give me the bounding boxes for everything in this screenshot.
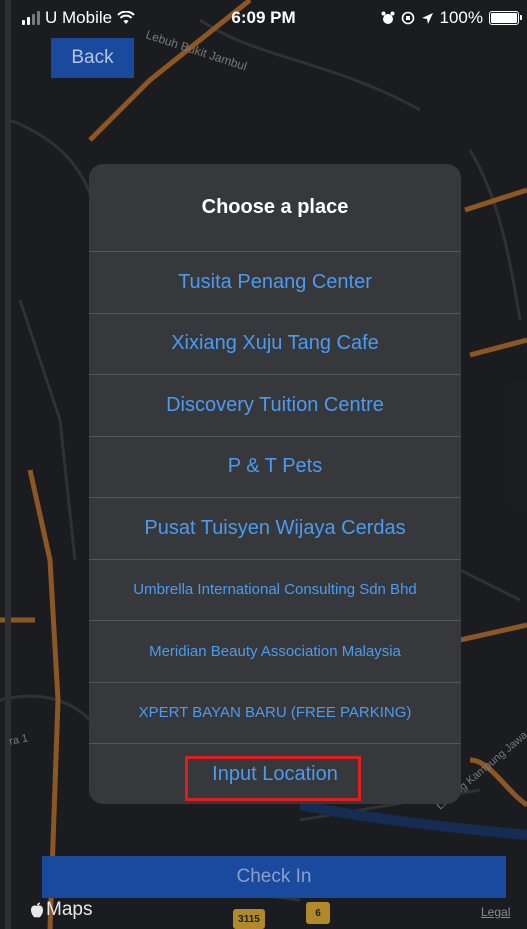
location-arrow-icon xyxy=(421,12,433,24)
place-option-pusat-tuisyen[interactable]: Pusat Tuisyen Wijaya Cerdas xyxy=(89,498,461,560)
apple-maps-logo: Maps xyxy=(30,899,92,921)
battery-icon xyxy=(489,11,522,25)
maps-label: Maps xyxy=(46,899,93,920)
apple-icon xyxy=(31,902,43,918)
choose-place-dialog: Choose a place Tusita Penang Center Xixi… xyxy=(89,164,461,804)
alarm-icon xyxy=(381,11,395,24)
place-option-meridian[interactable]: Meridian Beauty Association Malaysia xyxy=(89,621,461,683)
place-option-xixiang[interactable]: Xixiang Xuju Tang Cafe xyxy=(89,314,461,375)
orientation-lock-icon xyxy=(401,11,414,25)
place-option-tusita[interactable]: Tusita Penang Center xyxy=(89,252,461,314)
dialog-title: Choose a place xyxy=(89,164,461,252)
input-location-option[interactable]: Input Location xyxy=(89,744,461,804)
highlight-box xyxy=(185,756,361,801)
road-shield-6: 6 xyxy=(306,902,330,924)
road-shield-3115: 3115 xyxy=(233,909,265,929)
place-option-umbrella[interactable]: Umbrella International Consulting Sdn Bh… xyxy=(89,560,461,621)
status-bar: U Mobile 6:09 PM 100% xyxy=(0,0,527,36)
battery-percent: 100% xyxy=(439,8,483,27)
back-button[interactable]: Back xyxy=(51,38,134,78)
place-option-pt-pets[interactable]: P & T Pets xyxy=(89,437,461,498)
app-screen: Lebuh Bukit Jambul Lintang Kampung Jawa … xyxy=(0,0,527,929)
check-in-button[interactable]: Check In xyxy=(42,856,506,898)
legal-link[interactable]: Legal xyxy=(481,905,510,919)
place-option-xpert[interactable]: XPERT BAYAN BARU (FREE PARKING) xyxy=(89,683,461,744)
place-option-discovery[interactable]: Discovery Tuition Centre xyxy=(89,375,461,437)
